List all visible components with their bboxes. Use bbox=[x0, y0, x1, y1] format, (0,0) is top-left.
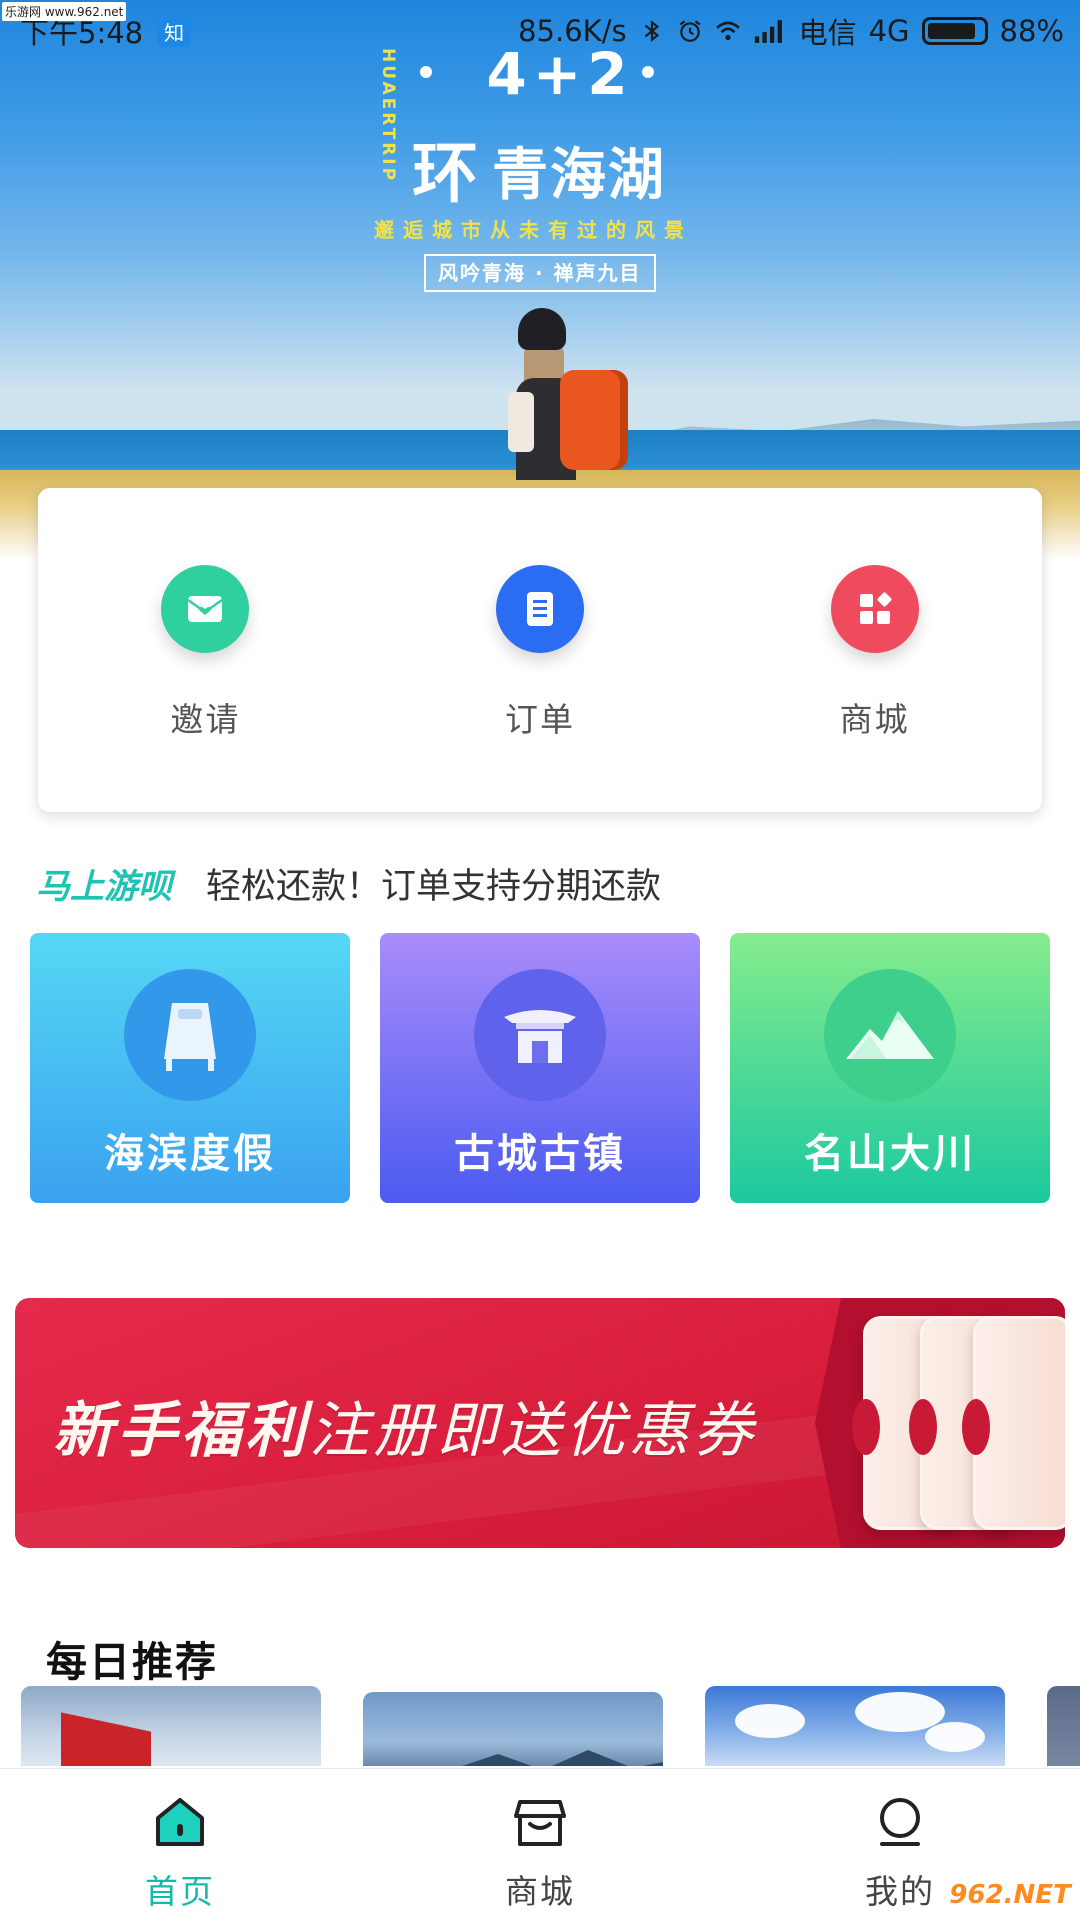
category-label: 名山大川 bbox=[804, 1131, 976, 1177]
signal-icon bbox=[754, 20, 782, 43]
envelope-heart-icon bbox=[161, 565, 250, 653]
carrier-name: 电信 bbox=[798, 16, 857, 50]
cloud-shape bbox=[855, 1692, 945, 1732]
bottom-tab-bar: 首页 商城 我的 bbox=[0, 1768, 1080, 1920]
store-icon bbox=[509, 1791, 571, 1853]
ancient-gate-icon bbox=[474, 969, 606, 1101]
hero-tag: 风吟青海 · 禅声九目 bbox=[424, 254, 656, 292]
network-type: 4G bbox=[868, 14, 910, 48]
hero-destination: 青海湖 bbox=[492, 143, 666, 208]
shop-grid-icon bbox=[830, 565, 919, 653]
category-tile-ancient-town[interactable]: 古城古镇 bbox=[380, 933, 700, 1203]
quick-action-label: 邀请 bbox=[170, 700, 241, 739]
recommend-card-image bbox=[735, 1704, 805, 1738]
watermark-bottom: 962.NET bbox=[942, 1874, 1078, 1916]
document-list-icon bbox=[495, 565, 584, 653]
quick-action-label: 商城 bbox=[839, 700, 910, 739]
hero-subtitle: 邂逅城市从未有过的风景 bbox=[374, 218, 693, 242]
category-tile-mountains[interactable]: 名山大川 bbox=[730, 933, 1050, 1203]
tab-label: 我的 bbox=[865, 1872, 935, 1911]
tagline-message: 轻松还款！订单支持分期还款 bbox=[206, 867, 662, 907]
promo-thin-text: 注册即送优惠券 bbox=[309, 1396, 757, 1466]
installment-tagline[interactable]: 马上游呗 轻松还款！订单支持分期还款 bbox=[36, 858, 661, 909]
recommend-card[interactable] bbox=[21, 1686, 321, 1766]
battery-percent: 88% bbox=[999, 14, 1064, 48]
category-tile-beach[interactable]: 海滨度假 bbox=[30, 933, 350, 1203]
watermark-top: 乐游网 www.962.net bbox=[2, 2, 127, 21]
quick-actions-card: 邀请 订单 商城 bbox=[38, 488, 1042, 812]
daily-recommend-title: 每日推荐 bbox=[46, 1638, 218, 1686]
quick-action-invite[interactable]: 邀请 bbox=[105, 565, 305, 741]
quick-action-orders[interactable]: 订单 bbox=[440, 565, 640, 741]
wifi-icon bbox=[715, 21, 740, 41]
tab-label: 首页 bbox=[145, 1872, 215, 1911]
hero-banner[interactable]: HUAERTRIP 4+2 环 青海湖 邂逅城市从未有过的风景 风吟青海 · 禅… bbox=[0, 0, 1080, 560]
recommend-card-image bbox=[363, 1750, 663, 1766]
tab-home[interactable]: 首页 bbox=[0, 1769, 360, 1920]
home-icon bbox=[149, 1791, 211, 1853]
cloud-shape bbox=[925, 1722, 985, 1752]
tab-label: 商城 bbox=[505, 1872, 575, 1911]
network-speed: 85.6K/s bbox=[518, 14, 627, 48]
hero-hiker-image bbox=[490, 300, 650, 480]
profile-icon bbox=[869, 1791, 931, 1853]
mountain-icon bbox=[824, 969, 956, 1101]
hero-dot-right bbox=[642, 66, 654, 78]
status-right: 85.6K/s 电信 4G 88% bbox=[518, 10, 1064, 52]
category-label: 古城古镇 bbox=[454, 1131, 626, 1177]
bed-icon bbox=[124, 969, 256, 1101]
battery-icon bbox=[921, 17, 988, 45]
category-label: 海滨度假 bbox=[104, 1131, 276, 1177]
hero-vertical-text: HUAERTRIP bbox=[378, 48, 398, 184]
tab-shop[interactable]: 商城 bbox=[360, 1769, 720, 1920]
recommend-card[interactable] bbox=[705, 1686, 1005, 1766]
newbie-promo-banner[interactable]: 新手福利注册即送优惠券 bbox=[15, 1298, 1065, 1548]
status-bar: 下午5:48 知 85.6K/s 电信 4G 88% bbox=[0, 0, 1080, 62]
daily-recommend-list[interactable] bbox=[0, 1686, 1080, 1766]
hero-ring-char: 环 bbox=[412, 135, 478, 212]
notification-badge: 知 bbox=[157, 15, 192, 47]
alarm-icon bbox=[679, 20, 700, 42]
recommend-card-image bbox=[61, 1712, 151, 1766]
recommend-card[interactable] bbox=[1047, 1686, 1080, 1766]
tagline-brand: 马上游呗 bbox=[36, 867, 172, 907]
quick-action-shop[interactable]: 商城 bbox=[775, 565, 975, 741]
coupon-ticket-icon bbox=[962, 1316, 1065, 1530]
promo-text: 新手福利注册即送优惠券 bbox=[53, 1382, 757, 1469]
recommend-card[interactable] bbox=[363, 1692, 663, 1766]
promo-bold-text: 新手福利 bbox=[53, 1396, 309, 1466]
bluetooth-icon bbox=[644, 20, 659, 42]
quick-action-label: 订单 bbox=[504, 700, 575, 739]
app-screen: HUAERTRIP 4+2 环 青海湖 邂逅城市从未有过的风景 风吟青海 · 禅… bbox=[0, 0, 1080, 1920]
